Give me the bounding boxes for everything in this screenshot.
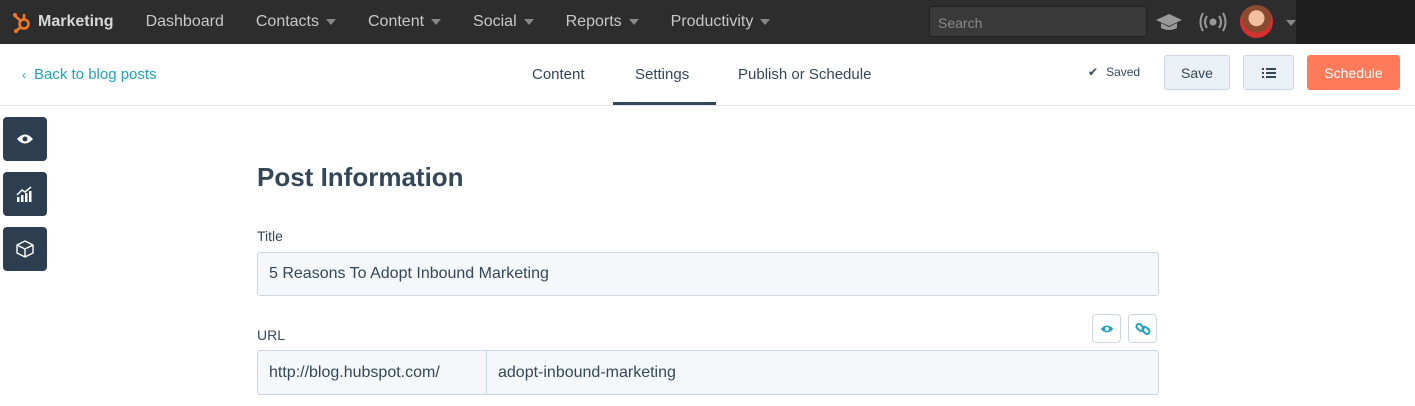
tab-settings[interactable]: Settings	[635, 66, 689, 83]
broadcast-icon[interactable]	[1199, 12, 1227, 32]
preview-sidebar-button[interactable]	[3, 117, 47, 161]
checkmark-icon: ✔	[1088, 65, 1099, 79]
optimize-sidebar-button[interactable]	[3, 172, 47, 216]
editor-toolbar: ‹ Back to blog posts Content Settings Pub…	[0, 44, 1415, 106]
list-menu-button[interactable]	[1243, 55, 1294, 90]
url-label: URL	[257, 327, 286, 343]
nav-label: Social	[473, 13, 517, 30]
nav-label: Productivity	[670, 13, 754, 30]
caret-down-icon	[326, 19, 336, 25]
list-icon	[1261, 67, 1276, 78]
hubspot-logo-icon	[13, 13, 30, 33]
cube-icon	[16, 240, 34, 258]
back-label: Back to blog posts	[34, 66, 157, 83]
schedule-button[interactable]: Schedule	[1307, 55, 1400, 90]
title-label: Title	[257, 228, 283, 244]
user-avatar[interactable]	[1240, 5, 1273, 38]
nav-dashboard[interactable]: Dashboard	[146, 13, 224, 31]
search-input[interactable]: Search	[929, 6, 1147, 37]
nav-productivity[interactable]: Productivity	[671, 13, 771, 31]
title-input[interactable]: 5 Reasons To Adopt Inbound Marketing	[257, 252, 1159, 296]
caret-down-icon	[523, 19, 534, 25]
modules-sidebar-button[interactable]	[3, 227, 47, 271]
back-link[interactable]: ‹ Back to blog posts	[22, 66, 157, 83]
chevron-left-icon: ‹	[22, 68, 26, 82]
eye-icon	[17, 134, 33, 144]
section-heading: Post Information	[257, 162, 464, 192]
top-navigation: Marketing Dashboard Contacts Content Soc…	[0, 0, 1415, 44]
caret-down-icon	[628, 19, 639, 25]
url-slug-input[interactable]: adopt-inbound-marketing	[486, 350, 1159, 395]
preview-url-button[interactable]	[1092, 314, 1121, 343]
nav-label: Dashboard	[145, 13, 224, 30]
caret-down-icon	[760, 19, 771, 25]
saved-label: Saved	[1106, 65, 1141, 79]
graduation-cap-icon[interactable]	[1155, 12, 1183, 32]
nav-label: Content	[368, 13, 425, 30]
url-domain-prefix[interactable]: http://blog.hubspot.com/	[257, 350, 487, 395]
nav-contacts[interactable]: Contacts	[256, 13, 336, 31]
chart-growth-icon	[16, 186, 32, 202]
link-icon	[1134, 322, 1151, 335]
nav-reports[interactable]: Reports	[566, 13, 639, 31]
saved-status: ✔ Saved	[1088, 65, 1140, 79]
brand-label: Marketing	[38, 13, 114, 30]
active-tab-indicator	[613, 102, 716, 105]
nav-content[interactable]: Content	[368, 13, 442, 31]
tab-publish-schedule[interactable]: Publish or Schedule	[738, 66, 871, 83]
save-button[interactable]: Save	[1164, 55, 1230, 90]
caret-down-icon	[431, 19, 442, 25]
copy-link-button[interactable]	[1128, 314, 1157, 343]
caret-down-icon[interactable]	[1286, 20, 1296, 26]
eye-icon	[1100, 325, 1113, 332]
nav-social[interactable]: Social	[473, 13, 534, 31]
nav-label: Reports	[565, 13, 622, 30]
brand-link[interactable]: Marketing	[12, 11, 114, 33]
tab-content[interactable]: Content	[532, 66, 585, 83]
nav-label: Contacts	[255, 13, 319, 30]
